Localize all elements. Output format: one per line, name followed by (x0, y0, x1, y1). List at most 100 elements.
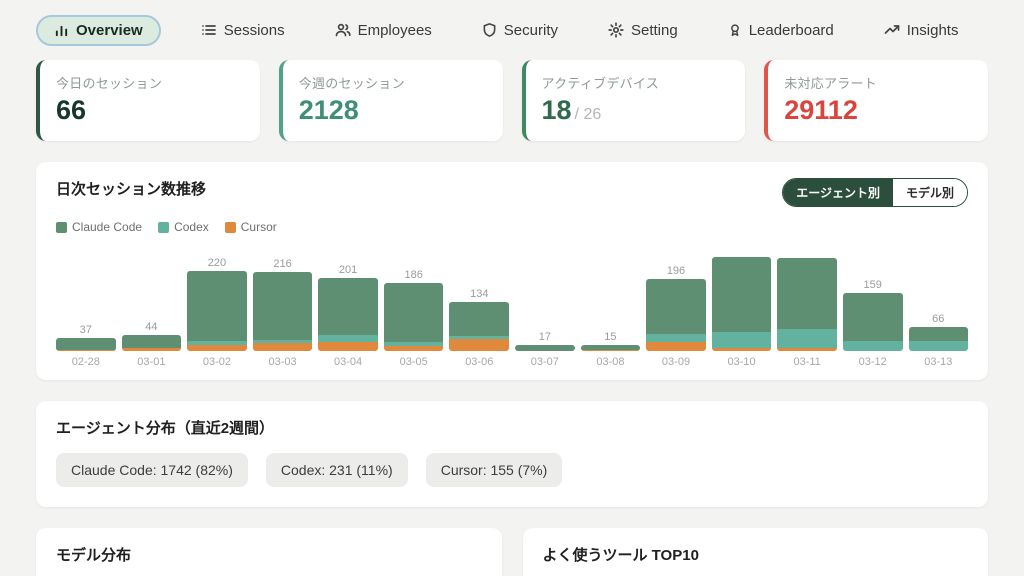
medal-icon (728, 22, 742, 38)
chart-title: 日次セッション数推移 (56, 178, 206, 199)
toggle-segment[interactable]: エージェント別 (783, 179, 893, 206)
stat-value: 18/ 26 (542, 95, 728, 126)
stat-cards-row: 今日のセッション66今週のセッション2128アクティブデバイス18/ 26未対応… (36, 60, 988, 141)
agent-chip: Codex: 231 (11%) (266, 453, 408, 487)
bar-segment (646, 334, 706, 342)
nav-item-label: Leaderboard (749, 22, 834, 39)
shield-icon (482, 22, 497, 38)
nav-item-label: Overview (76, 22, 143, 39)
bar-group: 134 (449, 287, 509, 351)
chart-legend: Claude CodeCodexCursor (56, 220, 968, 234)
bar-group: 17 (515, 330, 575, 351)
dashboard-page: Overview Sessions Employees Security Setting… (0, 0, 1024, 576)
bar-segment (777, 329, 837, 348)
nav-item-security[interactable]: Security (472, 15, 568, 46)
nav-item-setting[interactable]: Setting (598, 15, 688, 46)
stat-label: 今週のセッション (299, 73, 485, 92)
list-icon (201, 22, 217, 38)
nav-item-overview[interactable]: Overview (36, 15, 161, 46)
x-axis-tick: 03-02 (187, 356, 247, 368)
bar-segment (384, 346, 444, 351)
bar-segment (56, 338, 116, 350)
legend-label: Codex (174, 220, 209, 234)
x-axis-tick: 03-01 (122, 356, 182, 368)
bar-stack (122, 335, 182, 351)
bar-stack (909, 327, 969, 351)
bar-segment (909, 327, 969, 341)
bar-segment (384, 283, 444, 342)
bar-stack (56, 338, 116, 352)
bar-segment (122, 335, 182, 348)
bar-segment (187, 345, 247, 351)
legend-swatch (56, 222, 67, 233)
bar-group: 196 (646, 264, 706, 351)
top-tools-card: よく使うツール TOP10 1.cursor.composer296830 (523, 528, 989, 576)
agent-chip: Claude Code: 1742 (82%) (56, 453, 248, 487)
stat-card: 今週のセッション 2128 (279, 60, 503, 141)
nav-item-leaderboard[interactable]: Leaderboard (718, 15, 844, 46)
nav-item-sessions[interactable]: Sessions (191, 15, 295, 46)
chart-mode-toggle: エージェント別モデル別 (782, 178, 968, 207)
bar-stack (646, 279, 706, 351)
x-axis-tick: 03-03 (253, 356, 313, 368)
bar-segment (712, 332, 772, 348)
bar-group: 66 (909, 312, 969, 351)
bar-segment (712, 257, 772, 332)
bar-segment (187, 271, 247, 342)
toggle-segment[interactable]: モデル別 (893, 179, 967, 206)
legend-item: Codex (158, 220, 209, 234)
gear-icon (608, 22, 624, 38)
people-icon (335, 22, 351, 38)
stat-value: 2128 (299, 95, 485, 126)
x-axis-tick: 03-07 (515, 356, 575, 368)
x-axis-tick: 02-28 (56, 356, 116, 368)
bar-group: 201 (318, 263, 378, 351)
bar-value-label: 44 (122, 320, 182, 335)
bar-segment (318, 278, 378, 336)
legend-item: Cursor (225, 220, 277, 234)
bar-segment (581, 350, 641, 352)
bar-value-label (777, 243, 837, 258)
nav-item-label: Insights (907, 22, 959, 39)
chart-bars-icon (54, 23, 69, 38)
bar-stack (253, 272, 313, 351)
agent-distribution-card: エージェント分布（直近2週間） Claude Code: 1742 (82%)C… (36, 401, 988, 507)
bar-segment (318, 342, 378, 351)
x-axis-tick: 03-12 (843, 356, 903, 368)
nav-item-label: Sessions (224, 22, 285, 39)
bar-value-label: 216 (253, 257, 313, 272)
bar-value-label: 186 (384, 268, 444, 283)
bar-group: 15 (581, 330, 641, 351)
bar-value-label: 17 (515, 330, 575, 345)
bar-stack (777, 258, 837, 351)
nav-item-insights[interactable]: Insights (874, 15, 969, 46)
bar-group: 220 (187, 256, 247, 351)
bar-segment (909, 341, 969, 351)
bar-segment (122, 348, 182, 351)
stat-value: 66 (56, 95, 242, 126)
nav-item-employees[interactable]: Employees (325, 15, 442, 46)
stat-card: 今日のセッション66 (36, 60, 260, 141)
bar-value-label: 37 (56, 323, 116, 338)
agent-chip: Cursor: 155 (7%) (426, 453, 563, 487)
bar-segment (253, 272, 313, 340)
bar-segment (777, 258, 837, 329)
trending-up-icon (884, 22, 900, 38)
bar-group (777, 243, 837, 351)
bar-segment (712, 348, 772, 351)
x-axis-tick: 03-08 (581, 356, 641, 368)
bar-segment (646, 342, 706, 352)
bar-segment (515, 345, 575, 351)
bar-segment (777, 348, 837, 351)
bar-segment (253, 343, 313, 351)
bar-segment (843, 341, 903, 351)
bar-group: 37 (56, 323, 116, 352)
bar-stack (843, 293, 903, 351)
top-nav: Overview Sessions Employees Security Setting… (36, 8, 988, 52)
top-tools-title: よく使うツール TOP10 (543, 544, 969, 565)
stat-label: アクティブデバイス (542, 73, 728, 92)
model-distribution-card: モデル分布 claude-opus-4-6170513 (69%) (36, 528, 502, 576)
daily-sessions-card: 日次セッション数推移 エージェント別モデル別 Claude CodeCodexC… (36, 162, 988, 380)
x-axis-tick: 03-11 (777, 356, 837, 368)
bar-value-label: 134 (449, 287, 509, 302)
